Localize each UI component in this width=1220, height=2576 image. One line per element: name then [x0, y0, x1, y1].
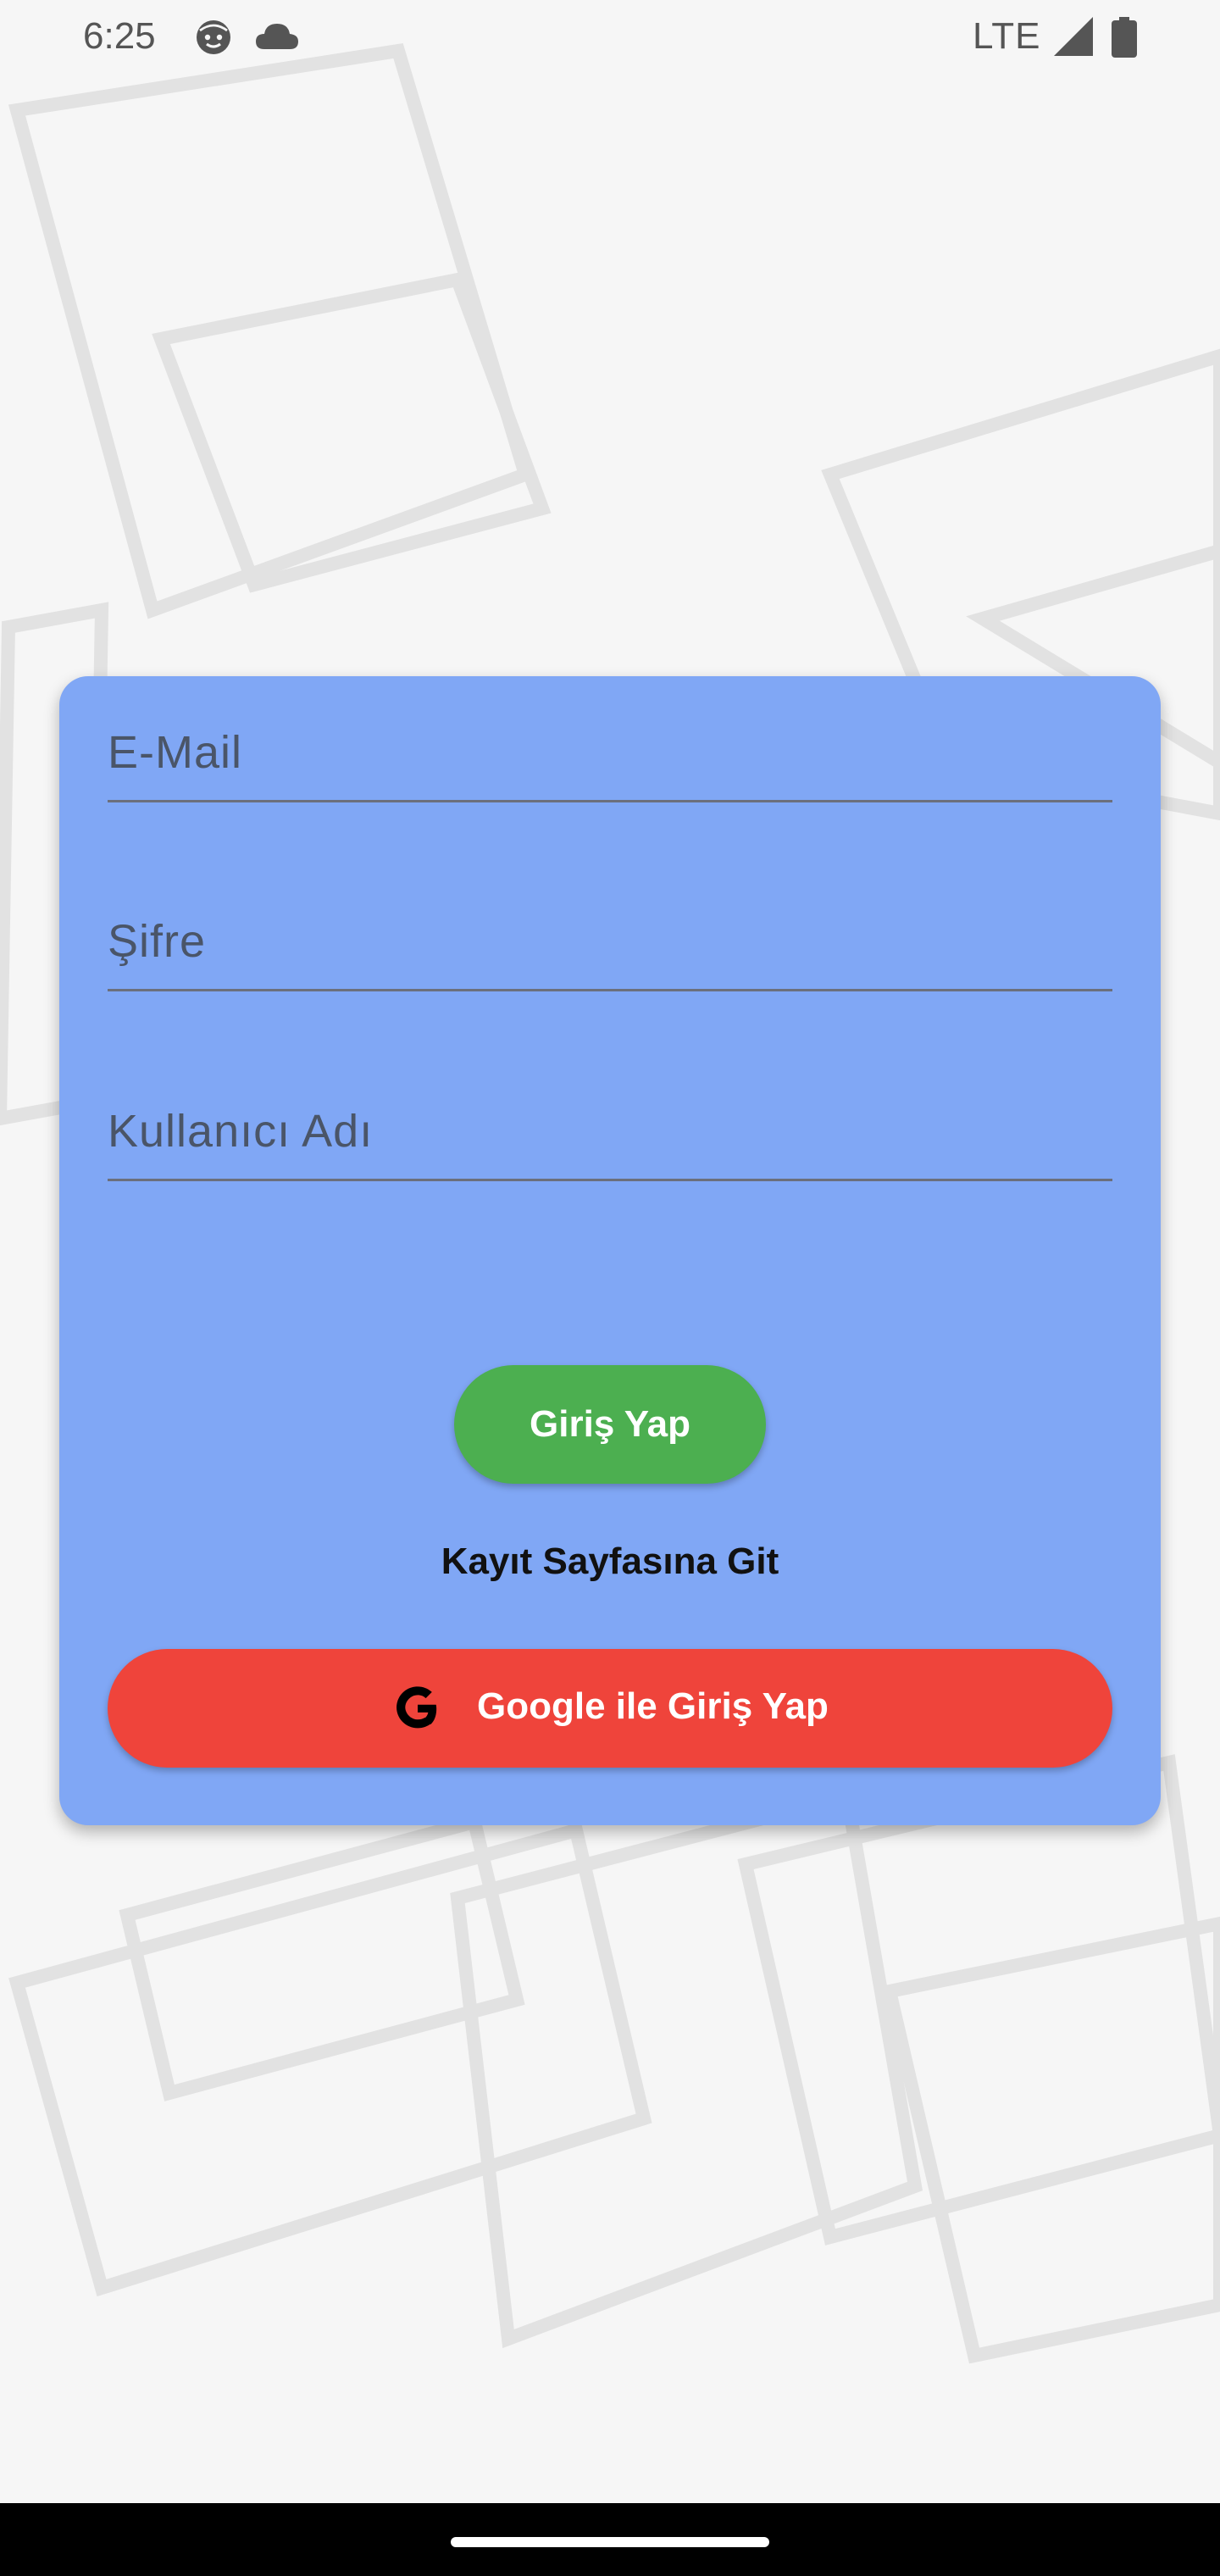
username-field[interactable]	[108, 1084, 1112, 1181]
face-notification-icon	[197, 20, 230, 54]
home-gesture-handle[interactable]	[451, 2537, 769, 2547]
google-icon	[396, 1686, 437, 1729]
password-input[interactable]	[108, 894, 1112, 989]
email-field[interactable]	[108, 705, 1112, 802]
signal-icon	[1054, 17, 1093, 56]
battery-icon	[1112, 17, 1137, 58]
username-input[interactable]	[108, 1084, 1112, 1179]
status-time: 6:25	[83, 15, 156, 57]
cloud-icon	[256, 24, 298, 49]
navigation-bar	[0, 2503, 1220, 2576]
email-input[interactable]	[108, 705, 1112, 800]
google-button-label: Google ile Giriş Yap	[477, 1685, 829, 1727]
network-type: LTE	[973, 15, 1041, 57]
status-bar: 6:25 LTE	[0, 0, 1220, 75]
password-field[interactable]	[108, 894, 1112, 991]
google-signin-button[interactable]: Google ile Giriş Yap	[108, 1649, 1112, 1768]
register-page-link[interactable]: Kayıt Sayfasına Git	[59, 1541, 1161, 1583]
login-button[interactable]: Giriş Yap	[454, 1365, 766, 1484]
login-card: Giriş Yap Kayıt Sayfasına Git Google ile…	[59, 676, 1161, 1825]
